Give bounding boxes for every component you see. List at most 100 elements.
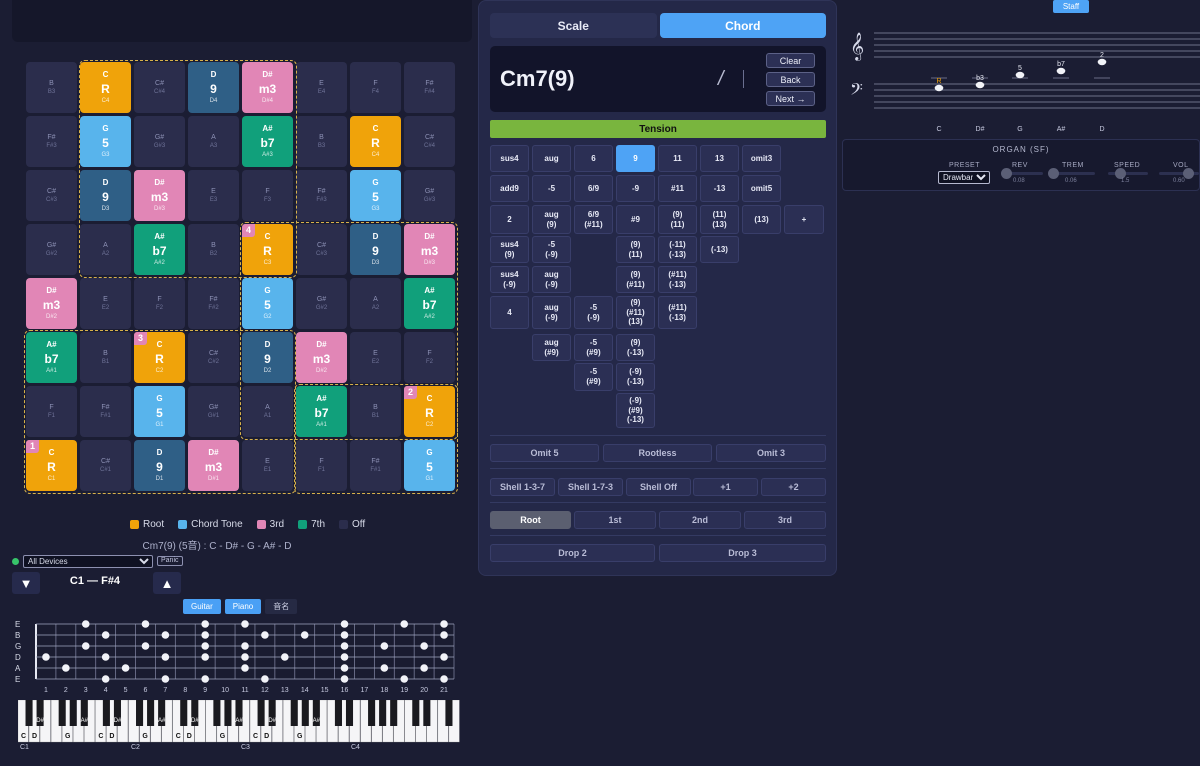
pad[interactable]: F F1	[296, 440, 347, 491]
pad[interactable]: G 5 G2	[242, 278, 293, 329]
black-key[interactable]	[213, 700, 221, 726]
shell-plus2-button[interactable]: +2	[761, 478, 826, 496]
pad[interactable]: C R C1 1	[26, 440, 77, 491]
piano-keyboard[interactable]: C D G C D G C D G C D GD# A# D# A# D# A# D# A#	[18, 700, 460, 744]
tension-button[interactable]: (9) (11)	[616, 236, 655, 263]
tension-button[interactable]: add9	[490, 175, 529, 202]
tab-piano[interactable]: Piano	[224, 599, 262, 614]
tension-button[interactable]: aug (-9)	[532, 266, 571, 293]
tension-button[interactable]: (-9) (#9) (-13)	[616, 393, 655, 428]
pad[interactable]: A# b7 A#2	[134, 224, 185, 275]
pad[interactable]: G 5 G3	[80, 116, 131, 167]
preset-select[interactable]: Drawbar	[938, 171, 990, 184]
pad[interactable]: D# m3 D#2	[26, 278, 77, 329]
octave-down-button[interactable]: ▼	[12, 572, 40, 594]
tension-button[interactable]: aug (#9)	[532, 334, 571, 361]
pad[interactable]: D# m3 D#3	[134, 170, 185, 221]
tension-button[interactable]: sus4 (9)	[490, 236, 529, 263]
drop2-button[interactable]: Drop 2	[490, 544, 655, 562]
pad[interactable]: E E1	[242, 440, 293, 491]
black-key[interactable]	[334, 700, 342, 726]
tension-button[interactable]: sus4	[490, 145, 529, 172]
tension-button[interactable]: (-13)	[700, 236, 739, 263]
pad[interactable]: C# C#3	[26, 170, 77, 221]
tension-button[interactable]: (9) (-13)	[616, 334, 655, 361]
pad[interactable]: C R C3 4	[242, 224, 293, 275]
tension-button[interactable]: (9) (#11)	[616, 266, 655, 293]
shell-137-button[interactable]: Shell 1-3-7	[490, 478, 555, 496]
pad[interactable]: B B2	[188, 224, 239, 275]
tab-scale[interactable]: Scale	[490, 13, 657, 38]
pad[interactable]: F# F#2	[188, 278, 239, 329]
pad[interactable]: G# G#2	[26, 224, 77, 275]
pad[interactable]: F F2	[134, 278, 185, 329]
pad[interactable]: D# m3 D#1	[188, 440, 239, 491]
pad[interactable]: G# G#2	[296, 278, 347, 329]
pad[interactable]: E E4	[296, 62, 347, 113]
pad[interactable]: G# G#1	[188, 386, 239, 437]
tension-button[interactable]: 4	[490, 296, 529, 329]
black-key[interactable]	[423, 700, 431, 726]
pad[interactable]: A A3	[188, 116, 239, 167]
tension-button[interactable]: -5 (#9)	[574, 334, 613, 361]
pad[interactable]: A# b7 A#1	[26, 332, 77, 383]
pad[interactable]: A# b7 A#1	[296, 386, 347, 437]
slash-bass[interactable]: /	[718, 68, 724, 91]
pad[interactable]: D 9 D1	[134, 440, 185, 491]
pad[interactable]: F F2	[404, 332, 455, 383]
tension-button[interactable]: aug (9)	[532, 205, 571, 234]
black-key[interactable]	[301, 700, 309, 726]
tension-button[interactable]: (9) (#11) (13)	[616, 296, 655, 329]
tension-button[interactable]: (-9) (-13)	[616, 363, 655, 391]
tension-button[interactable]: -9	[616, 175, 655, 202]
tab-chord[interactable]: Chord	[659, 13, 826, 38]
pad[interactable]: B B1	[350, 386, 401, 437]
tension-button[interactable]: (13)	[742, 205, 781, 234]
pad[interactable]: D 9 D2	[242, 332, 293, 383]
tension-button[interactable]: 13	[700, 145, 739, 172]
pad[interactable]: E E2	[350, 332, 401, 383]
tension-button[interactable]: -13	[700, 175, 739, 202]
black-key[interactable]	[136, 700, 144, 726]
pad[interactable]: C R C2 2	[404, 386, 455, 437]
inversion-root-button[interactable]: Root	[490, 511, 571, 529]
shell-off-button[interactable]: Shell Off	[626, 478, 691, 496]
inversion-3rd-button[interactable]: 3rd	[744, 511, 826, 529]
pad[interactable]: F# F#4	[404, 62, 455, 113]
tension-button[interactable]: aug (-9)	[532, 296, 571, 329]
pad[interactable]: C# C#2	[188, 332, 239, 383]
tension-button[interactable]: 9	[616, 145, 655, 172]
octave-up-button[interactable]: ▲	[153, 572, 181, 594]
tension-button[interactable]: aug	[532, 145, 571, 172]
pad[interactable]: E E2	[80, 278, 131, 329]
pad[interactable]: G 5 G3	[350, 170, 401, 221]
pad[interactable]: B B3	[296, 116, 347, 167]
black-key[interactable]	[412, 700, 420, 726]
pad[interactable]: D 9 D4	[188, 62, 239, 113]
inversion-1st-button[interactable]: 1st	[574, 511, 656, 529]
tension-button[interactable]: +	[784, 205, 824, 234]
tension-button[interactable]: #9	[616, 205, 655, 234]
tension-button[interactable]: (9) (11)	[658, 205, 697, 234]
pad[interactable]: C# C#3	[296, 224, 347, 275]
pad[interactable]: F F1	[26, 386, 77, 437]
inversion-2nd-button[interactable]: 2nd	[659, 511, 741, 529]
pad[interactable]: A A2	[80, 224, 131, 275]
tension-button[interactable]: -5 (#9)	[574, 363, 613, 391]
pad[interactable]: D 9 D3	[80, 170, 131, 221]
black-key[interactable]	[147, 700, 155, 726]
device-select[interactable]: All Devices	[23, 554, 153, 568]
tension-button[interactable]: (#11) (-13)	[658, 266, 697, 293]
black-key[interactable]	[257, 700, 265, 726]
black-key[interactable]	[379, 700, 387, 726]
black-key[interactable]	[345, 700, 354, 726]
black-key[interactable]	[25, 700, 33, 726]
pad[interactable]: G# G#3	[404, 170, 455, 221]
black-key[interactable]	[368, 700, 376, 726]
black-key[interactable]	[69, 700, 77, 726]
tension-button[interactable]: 2	[490, 205, 529, 234]
black-key[interactable]	[180, 700, 188, 726]
next-button[interactable]: Next →	[766, 91, 815, 106]
pad[interactable]: F F3	[242, 170, 293, 221]
back-button[interactable]: Back	[766, 72, 815, 87]
